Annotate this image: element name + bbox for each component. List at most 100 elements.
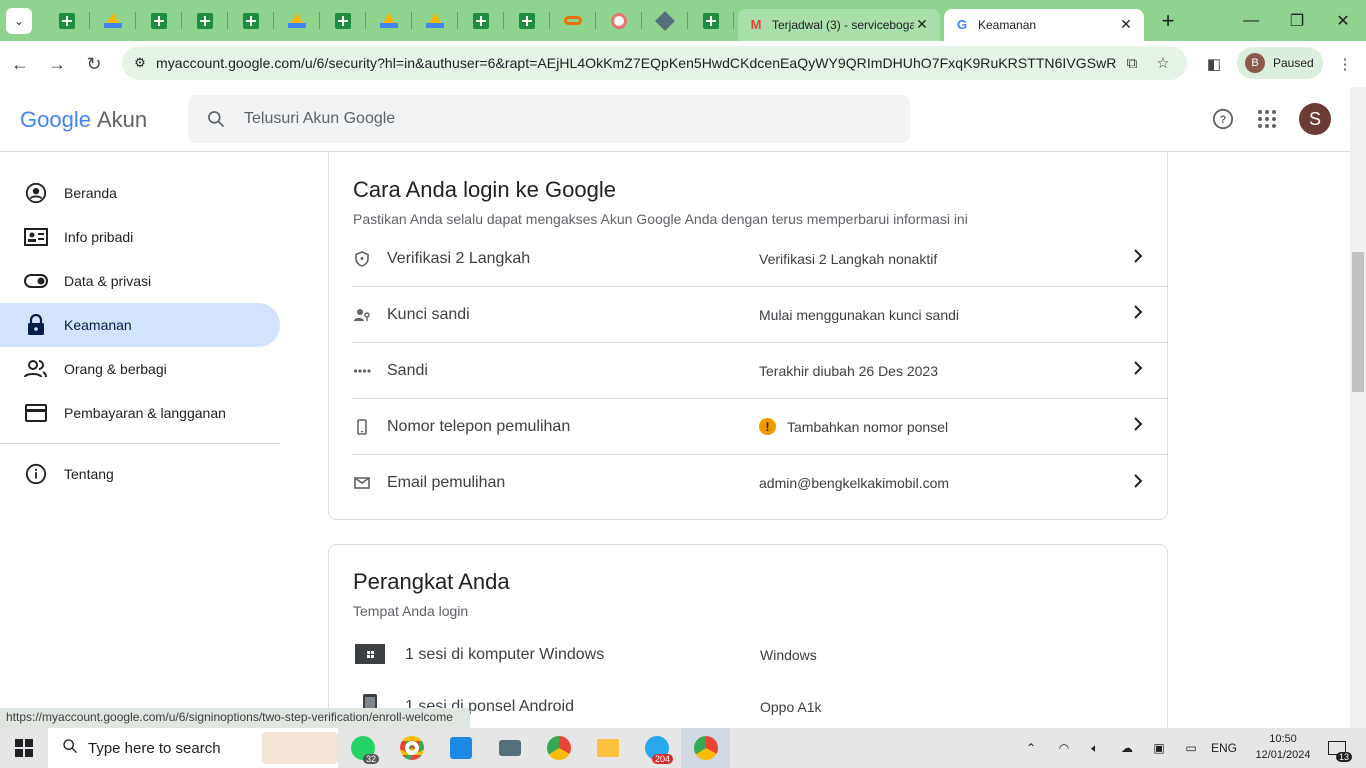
taskbar-paint[interactable] — [436, 728, 485, 768]
google-account-logo[interactable]: Google Akun — [20, 107, 147, 133]
tab-gmail[interactable]: M Terjadwal (3) - serviceboga ✕ — [738, 8, 940, 41]
windows-computer-icon — [353, 642, 387, 668]
taskbar-whatsapp[interactable]: 32 — [338, 728, 387, 768]
taskbar-chrome-profile[interactable] — [534, 728, 583, 768]
tab-title: Terjadwal (3) - serviceboga — [772, 17, 914, 32]
row-label: Nomor telepon pemulihan — [387, 417, 571, 435]
meet-now-icon[interactable]: ▣ — [1148, 728, 1170, 768]
new-tab-button[interactable]: + — [1152, 5, 1184, 37]
pinned-tab[interactable] — [458, 0, 504, 41]
close-tab-icon[interactable]: ✕ — [1118, 16, 1134, 33]
row-password[interactable]: Sandi Terakhir diubah 26 Des 2023 — [353, 343, 1167, 399]
taskbar-clock[interactable]: 10:50 12/01/2024 — [1253, 731, 1313, 763]
url-text[interactable]: myaccount.google.com/u/6/security?hl=in&… — [156, 55, 1116, 71]
pinned-tab[interactable] — [504, 0, 550, 41]
taskbar-search[interactable]: Type here to search — [48, 728, 338, 768]
sidebar-item-keamanan[interactable]: Keamanan — [0, 303, 280, 347]
apps-grid-icon[interactable] — [1251, 103, 1283, 135]
pinned-tab[interactable] — [596, 0, 642, 41]
row-recovery-phone[interactable]: Nomor telepon pemulihan ! Tambahkan nomor… — [353, 399, 1167, 455]
menu-icon[interactable]: ⋮ — [1334, 53, 1356, 75]
restore-button[interactable]: ❐ — [1274, 0, 1320, 41]
row-label: Kunci sandi — [387, 305, 470, 323]
back-button[interactable]: ← — [3, 47, 37, 81]
pinned-tab[interactable] — [274, 0, 320, 41]
pinned-tab[interactable] — [550, 0, 596, 41]
sheets-icon — [519, 12, 535, 29]
sidebar-item-info-pribadi[interactable]: Info pribadi — [0, 215, 280, 259]
taskbar-file-explorer[interactable] — [583, 728, 632, 768]
sidebar-item-pembayaran[interactable]: Pembayaran & langganan — [0, 391, 280, 435]
pinned-tab[interactable] — [182, 0, 228, 41]
credit-card-icon — [24, 401, 48, 425]
user-avatar[interactable]: S — [1299, 103, 1331, 135]
id-card-icon — [24, 225, 48, 249]
sidebar-item-beranda[interactable]: Beranda — [0, 171, 280, 215]
taskbar-search-text: Type here to search — [88, 739, 221, 757]
pinned-tab[interactable] — [366, 0, 412, 41]
notification-center[interactable]: 13 — [1322, 728, 1352, 768]
card-title: Cara Anda login ke Google — [353, 177, 616, 202]
search-input[interactable] — [244, 110, 844, 128]
tab-search-button[interactable]: ⌄ — [6, 7, 32, 34]
pinned-tab[interactable] — [412, 0, 458, 41]
device-row-windows[interactable]: 1 sesi di komputer Windows Windows — [353, 629, 1167, 681]
help-icon[interactable]: ? — [1207, 103, 1239, 135]
chrome-icon — [546, 736, 571, 760]
forward-button[interactable]: → — [40, 47, 74, 81]
pinned-tab[interactable] — [320, 0, 366, 41]
site-info-icon[interactable]: ⚙ — [126, 49, 154, 77]
wifi-icon[interactable]: ◠ — [1053, 728, 1075, 768]
search-box[interactable] — [188, 95, 910, 143]
battery-icon[interactable]: ▭ — [1180, 728, 1202, 768]
close-window-button[interactable]: ✕ — [1320, 0, 1366, 41]
row-passkey[interactable]: Kunci sandi Mulai menggunakan kunci sand… — [353, 287, 1167, 343]
drive-icon — [380, 13, 398, 28]
email-icon — [353, 474, 371, 492]
scrollbar-thumb[interactable] — [1352, 252, 1364, 392]
taskbar-telegram[interactable]: 204 — [632, 728, 681, 768]
address-bar[interactable]: ⚙ myaccount.google.com/u/6/security?hl=i… — [122, 46, 1187, 80]
row-value: Terakhir diubah 26 Des 2023 — [759, 362, 939, 379]
row-value: ! Tambahkan nomor ponsel — [759, 418, 948, 435]
pinned-tab[interactable] — [642, 0, 688, 41]
taskbar-chrome[interactable] — [387, 728, 436, 768]
pinned-tab[interactable] — [90, 0, 136, 41]
show-hidden-icons[interactable]: ⌃ — [1020, 728, 1042, 768]
info-icon — [24, 462, 48, 486]
sidebar-item-tentang[interactable]: Tentang — [0, 452, 280, 496]
cube-icon — [655, 10, 675, 31]
search-icon[interactable] — [188, 109, 244, 129]
profile-button[interactable]: B Paused — [1237, 47, 1323, 79]
tab-title: Keamanan — [978, 17, 1037, 32]
minimize-button[interactable]: — — [1228, 0, 1274, 41]
paint-icon — [449, 737, 472, 759]
passkey-icon — [353, 306, 371, 324]
onedrive-icon[interactable]: ☁︎ — [1116, 728, 1138, 768]
start-button[interactable] — [0, 728, 48, 768]
reload-button[interactable]: ↻ — [77, 47, 111, 81]
pinned-tab[interactable] — [44, 0, 90, 41]
language-indicator[interactable]: ENG — [1208, 728, 1240, 768]
row-recovery-email[interactable]: Email pemulihan admin@bengkelkakimobil.c… — [353, 455, 1167, 511]
card-subtitle: Tempat Anda login — [353, 603, 469, 619]
pinned-tab[interactable] — [136, 0, 182, 41]
sidebar-item-data-privasi[interactable]: Data & privasi — [0, 259, 280, 303]
row-value: Mulai menggunakan kunci sandi — [759, 306, 960, 323]
sidebar-item-orang-berbagi[interactable]: Orang & berbagi — [0, 347, 280, 391]
taskbar-chrome-active[interactable] — [681, 728, 730, 768]
page-scrollbar[interactable] — [1350, 87, 1366, 728]
row-2-step-verification[interactable]: Verifikasi 2 Langkah Verifikasi 2 Langka… — [353, 231, 1167, 287]
device-row-android[interactable]: 1 sesi di ponsel Android Oppo A1k — [353, 681, 1167, 733]
close-tab-icon[interactable]: ✕ — [914, 16, 930, 33]
translate-icon[interactable]: ⧉ — [1121, 52, 1143, 74]
pinned-tab[interactable] — [228, 0, 274, 41]
sidebar-item-label: Tentang — [64, 466, 114, 482]
side-panel-icon[interactable]: ◧ — [1203, 53, 1225, 75]
tab-keamanan[interactable]: G Keamanan ✕ — [944, 8, 1144, 41]
volume-icon[interactable]: 🔈︎ — [1084, 728, 1106, 768]
taskbar-camera[interactable] — [485, 728, 534, 768]
bookmark-star-icon[interactable]: ☆ — [1152, 52, 1174, 74]
pinned-tab[interactable] — [688, 0, 734, 41]
row-label: Verifikasi 2 Langkah — [387, 249, 531, 267]
